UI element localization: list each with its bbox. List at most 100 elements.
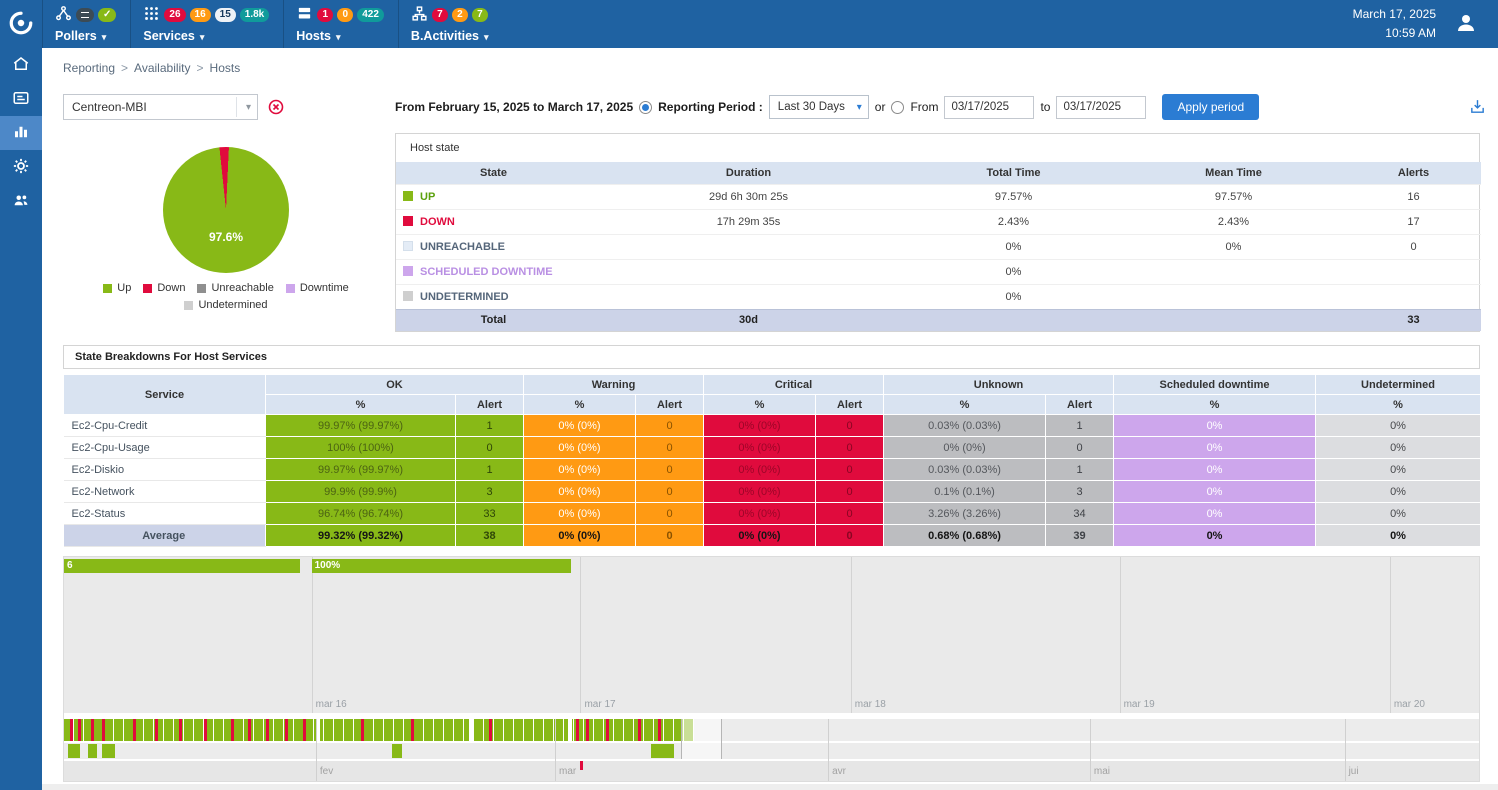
timeline-month-gridline bbox=[555, 719, 556, 781]
breakdown-value-cell: 0% (0%) bbox=[704, 459, 816, 481]
sub-col: % bbox=[524, 395, 636, 415]
export-icon bbox=[1469, 104, 1486, 118]
brush-critical-tick bbox=[285, 719, 288, 741]
hosts-unreachable-badge[interactable]: 0 bbox=[337, 8, 353, 22]
reporting-period-select[interactable]: Last 30 Days bbox=[769, 95, 869, 119]
breakdown-row: Ec2-Cpu-Credit99.97% (99.97%)10% (0%)00%… bbox=[64, 415, 1481, 437]
timeline-brush-lower[interactable] bbox=[64, 743, 1479, 759]
user-menu-button[interactable] bbox=[1450, 8, 1482, 40]
host-state-total-row: Total 30d 33 bbox=[396, 309, 1481, 331]
services-total-badge[interactable]: 1.8k bbox=[240, 8, 269, 22]
menu-services[interactable]: 26 16 15 1.8k Services bbox=[130, 0, 283, 48]
sub-col: % bbox=[704, 395, 816, 415]
ba-critical-badge[interactable]: 7 bbox=[432, 8, 448, 22]
breakdown-value-cell: 0 bbox=[816, 503, 884, 525]
services-icon bbox=[143, 5, 160, 25]
breakdown-sub-header-row: % Alert % Alert % Alert % Alert % % bbox=[64, 395, 1481, 415]
menu-pollers[interactable]: ✓ Pollers bbox=[42, 0, 130, 48]
host-state-row-unreachable: UNREACHABLE 0% 0% 0 bbox=[396, 234, 1481, 259]
menu-pollers-label: Pollers bbox=[55, 29, 97, 43]
centreon-logo[interactable] bbox=[0, 0, 42, 48]
timeline-brush-upper[interactable] bbox=[64, 719, 1479, 741]
reporting-period-label: Reporting Period : bbox=[658, 100, 763, 114]
clear-host-filter-button[interactable] bbox=[268, 99, 284, 115]
breadcrumb-hosts[interactable]: Hosts bbox=[210, 61, 241, 75]
breakdown-value-cell: 0% bbox=[1316, 525, 1481, 547]
breakdown-value-cell: 0% (0%) bbox=[704, 503, 816, 525]
sub-col: Alert bbox=[1046, 395, 1114, 415]
col-total-time: Total Time bbox=[906, 162, 1121, 184]
breakdown-value-cell: 1 bbox=[1046, 415, 1114, 437]
breakdown-value-cell: 0.03% (0.03%) bbox=[884, 415, 1046, 437]
empty-cell bbox=[1121, 309, 1346, 331]
ba-ok-badge[interactable]: 7 bbox=[472, 8, 488, 22]
breadcrumb-reporting[interactable]: Reporting bbox=[63, 61, 115, 75]
reporting-period-radio[interactable] bbox=[639, 101, 652, 114]
breakdown-value-cell: 0 bbox=[816, 437, 884, 459]
sub-col: Alert bbox=[636, 395, 704, 415]
pie-percent-label: 97.6% bbox=[163, 230, 289, 244]
breakdown-value-cell: 99.97% (99.97%) bbox=[266, 459, 456, 481]
breakdown-value-cell: 0% bbox=[1114, 481, 1316, 503]
legend-swatch-down bbox=[143, 284, 152, 293]
brush-block bbox=[651, 744, 674, 758]
timeline-month-gridline bbox=[1345, 719, 1346, 781]
legend-item-up: Up bbox=[103, 282, 131, 294]
brush-critical-tick bbox=[638, 719, 641, 741]
timeline-gridline bbox=[580, 557, 581, 713]
timeline-gridline bbox=[851, 557, 852, 713]
apply-period-button[interactable]: Apply period bbox=[1162, 94, 1259, 120]
col-unknown: Unknown bbox=[884, 375, 1114, 395]
menu-hosts[interactable]: 1 0 422 Hosts bbox=[283, 0, 398, 48]
timeline-selection-handle[interactable] bbox=[681, 719, 722, 759]
monitoring-console-icon bbox=[12, 89, 30, 110]
menu-bactivities[interactable]: 7 2 7 B.Activities bbox=[398, 0, 503, 48]
host-state-row-downtime: SCHEDULED DOWNTIME 0% bbox=[396, 259, 1481, 284]
breakdown-value-cell: 0% bbox=[1316, 415, 1481, 437]
ba-warning-badge[interactable]: 2 bbox=[452, 8, 468, 22]
sidebar-item-configuration[interactable] bbox=[0, 150, 42, 184]
to-date-input[interactable] bbox=[1056, 96, 1146, 119]
availability-segment: 6 bbox=[64, 559, 300, 573]
chevron-down-icon bbox=[336, 29, 341, 43]
services-unknown-badge[interactable]: 15 bbox=[215, 8, 236, 22]
brush-critical-tick bbox=[411, 719, 414, 741]
hosts-down-badge[interactable]: 1 bbox=[317, 8, 333, 22]
sidebar-item-reporting[interactable] bbox=[0, 116, 42, 150]
export-report-button[interactable] bbox=[1469, 98, 1486, 118]
state-swatch-unreachable bbox=[403, 241, 413, 251]
host-select[interactable]: Centreon-MBI bbox=[63, 94, 258, 120]
breadcrumb-availability[interactable]: Availability bbox=[134, 61, 190, 75]
total-duration: 30d bbox=[591, 309, 906, 331]
sidebar-item-home[interactable] bbox=[0, 48, 42, 82]
total-time-cell: 97.57% bbox=[906, 184, 1121, 209]
state-swatch-downtime bbox=[403, 266, 413, 276]
breakdown-value-cell: 0% (0%) bbox=[884, 437, 1046, 459]
breakdown-value-cell: 0% (0%) bbox=[524, 459, 636, 481]
state-label: UNDETERMINED bbox=[420, 291, 509, 303]
brush-critical-tick bbox=[586, 719, 589, 741]
breakdown-value-cell: 0% bbox=[1114, 503, 1316, 525]
from-date-input[interactable] bbox=[944, 96, 1034, 119]
custom-period-radio[interactable] bbox=[891, 101, 904, 114]
main-content: Reporting>Availability>Hosts Centreon-MB… bbox=[42, 48, 1498, 790]
breadcrumb-separator: > bbox=[197, 61, 204, 75]
sidebar-item-administration[interactable] bbox=[0, 184, 42, 218]
services-warning-badge[interactable]: 16 bbox=[190, 8, 211, 22]
or-label: or bbox=[875, 100, 886, 114]
hosts-total-badge[interactable]: 422 bbox=[357, 8, 384, 22]
services-critical-badge[interactable]: 26 bbox=[164, 8, 185, 22]
breadcrumb: Reporting>Availability>Hosts bbox=[63, 61, 240, 75]
breakdown-value-cell: 0% (0%) bbox=[524, 503, 636, 525]
state-label: SCHEDULED DOWNTIME bbox=[420, 266, 553, 278]
legend-swatch-downtime bbox=[286, 284, 295, 293]
sidebar-item-monitoring[interactable] bbox=[0, 82, 42, 116]
breakdown-value-cell: 3.26% (3.26%) bbox=[884, 503, 1046, 525]
breakdown-value-cell: 0% (0%) bbox=[524, 437, 636, 459]
horizontal-scrollbar[interactable] bbox=[42, 784, 1498, 790]
breakdown-value-cell: 0.68% (0.68%) bbox=[884, 525, 1046, 547]
breakdown-row: Ec2-Diskio99.97% (99.97%)10% (0%)00% (0%… bbox=[64, 459, 1481, 481]
timeline-day-label: mar 19 bbox=[1124, 699, 1155, 710]
brush-critical-tick bbox=[658, 719, 661, 741]
brush-critical-tick bbox=[303, 719, 306, 741]
